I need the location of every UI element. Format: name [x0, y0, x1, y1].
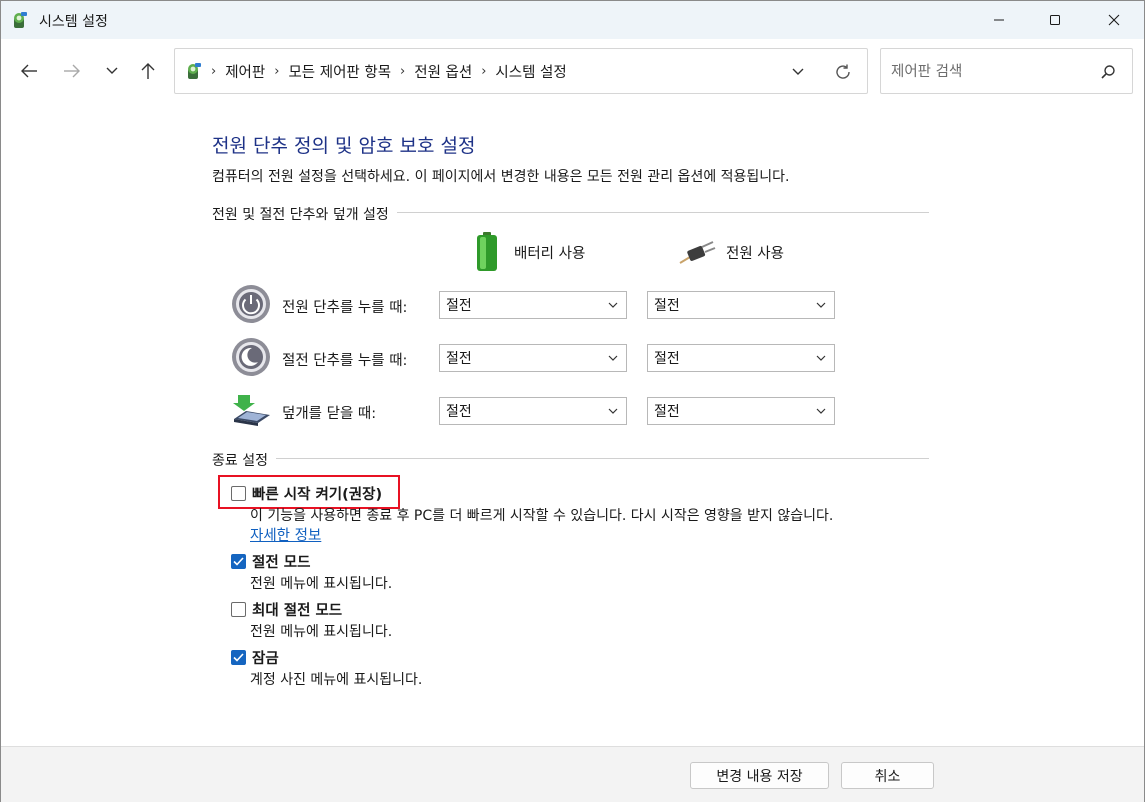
breadcrumb-power-options[interactable]: 전원 옵션 [414, 61, 472, 82]
close-button[interactable] [1091, 1, 1137, 39]
checkmark-icon [233, 653, 244, 662]
control-panel-icon [11, 10, 29, 30]
sleep-mode-checkbox[interactable] [231, 554, 246, 569]
lock-description: 계정 사진 메뉴에 표시됩니다. [250, 672, 423, 688]
minimize-icon [994, 19, 1004, 21]
select-value: 절전 [446, 404, 472, 420]
column-battery-label: 배터리 사용 [514, 245, 586, 262]
save-changes-button[interactable]: 변경 내용 저장 [690, 762, 829, 789]
chevron-right-icon[interactable]: › [400, 64, 405, 79]
sleep-button-battery-select[interactable]: 절전 [439, 344, 627, 372]
up-button[interactable] [136, 59, 160, 83]
address-dropdown-button[interactable] [787, 61, 809, 83]
group-label-buttons: 전원 및 절전 단추와 덮개 설정 [212, 204, 397, 224]
column-plugged: 전원 사용 [678, 239, 784, 265]
search-icon[interactable] [1097, 61, 1119, 83]
forward-button[interactable] [60, 59, 84, 83]
fast-startup-label[interactable]: 빠른 시작 켜기(권장) [252, 483, 382, 504]
fast-startup-checkbox[interactable] [231, 486, 246, 501]
page-title: 전원 단추 정의 및 암호 보호 설정 [212, 135, 476, 157]
column-plugged-label: 전원 사용 [726, 245, 784, 262]
laptop-lid-icon [233, 395, 270, 426]
refresh-icon [836, 64, 850, 79]
window-title: 시스템 설정 [39, 14, 108, 30]
group-divider [214, 458, 929, 459]
select-value: 절전 [654, 298, 680, 314]
sleep-button-plugged-select[interactable]: 절전 [647, 344, 835, 372]
arrow-right-icon [64, 64, 80, 78]
sleep-mode-description: 전원 메뉴에 표시됩니다. [250, 576, 393, 592]
chevron-down-icon [608, 302, 618, 308]
column-battery: 배터리 사용 [474, 231, 585, 273]
fast-startup-option[interactable]: 빠른 시작 켜기(권장) [231, 483, 382, 504]
recent-locations-button[interactable] [100, 59, 124, 83]
chevron-down-icon [816, 302, 826, 308]
refresh-button[interactable] [831, 60, 855, 84]
group-label-shutdown: 종료 설정 [212, 450, 276, 470]
cancel-button[interactable]: 취소 [841, 762, 934, 789]
search-box[interactable] [880, 48, 1133, 94]
address-bar[interactable]: › 제어판 › 모든 제어판 항목 › 전원 옵션 › 시스템 설정 [174, 48, 868, 94]
back-button[interactable] [17, 59, 41, 83]
checkmark-icon [233, 557, 244, 566]
power-button-battery-select[interactable]: 절전 [439, 291, 627, 319]
lock-option[interactable]: 잠금 [231, 647, 279, 668]
maximize-button[interactable] [1032, 1, 1078, 39]
main-content: 전원 단추 정의 및 암호 보호 설정 컴퓨터의 전원 설정을 선택하세요. 이… [1, 103, 1144, 746]
chevron-down-icon [106, 67, 118, 74]
sleep-mode-option[interactable]: 절전 모드 [231, 551, 310, 572]
sleep-button-icon [232, 338, 270, 376]
search-input[interactable] [891, 61, 1091, 83]
lock-checkbox[interactable] [231, 650, 246, 665]
chevron-right-icon[interactable]: › [481, 64, 486, 79]
control-panel-icon [185, 61, 203, 81]
select-value: 절전 [654, 351, 680, 367]
power-button-label: 전원 단추를 누를 때: [282, 300, 408, 316]
select-value: 절전 [446, 298, 472, 314]
fast-startup-description: 이 기능을 사용하면 종료 후 PC를 더 빠르게 시작할 수 있습니다. 다시… [250, 508, 834, 524]
hibernate-option[interactable]: 최대 절전 모드 [231, 599, 342, 620]
hibernate-description: 전원 메뉴에 표시됩니다. [250, 624, 393, 640]
lid-close-battery-select[interactable]: 절전 [439, 397, 627, 425]
breadcrumb-control-panel[interactable]: 제어판 [225, 61, 265, 82]
power-button-icon [232, 285, 270, 323]
chevron-down-icon [608, 355, 618, 361]
select-value: 절전 [446, 351, 472, 367]
maximize-icon [1050, 15, 1060, 25]
breadcrumb-system-settings[interactable]: 시스템 설정 [495, 61, 566, 82]
power-button-plugged-select[interactable]: 절전 [647, 291, 835, 319]
lock-label[interactable]: 잠금 [252, 647, 279, 668]
hibernate-checkbox[interactable] [231, 602, 246, 617]
system-settings-window: 시스템 설정 › 제어판 › 모든 제어판 항목 › 전원 옵션 › 시스템 설… [0, 0, 1145, 802]
lid-close-label: 덮개를 닫을 때: [282, 406, 377, 422]
chevron-right-icon: › [211, 63, 217, 79]
arrow-up-icon [141, 63, 155, 79]
breadcrumb-all-items[interactable]: 모든 제어판 항목 [288, 61, 391, 82]
chevron-down-icon [792, 68, 804, 75]
title-bar: 시스템 설정 [1, 1, 1144, 39]
chevron-right-icon[interactable]: › [274, 64, 279, 79]
minimize-button[interactable] [976, 1, 1022, 39]
lid-close-plugged-select[interactable]: 절전 [647, 397, 835, 425]
sleep-button-label: 절전 단추를 누를 때: [282, 353, 408, 369]
chevron-down-icon [608, 408, 618, 414]
sleep-mode-label[interactable]: 절전 모드 [252, 551, 310, 572]
chevron-down-icon [816, 355, 826, 361]
hibernate-label[interactable]: 최대 절전 모드 [252, 599, 342, 620]
close-icon [1108, 14, 1120, 26]
chevron-down-icon [816, 408, 826, 414]
breadcrumb: › 제어판 › 모든 제어판 항목 › 전원 옵션 › 시스템 설정 [211, 49, 567, 93]
footer-bar: 변경 내용 저장 취소 [1, 746, 1144, 802]
power-plug-icon [679, 241, 716, 264]
arrow-left-icon [21, 64, 37, 78]
learn-more-link[interactable]: 자세한 정보 [250, 524, 321, 545]
navigation-bar: › 제어판 › 모든 제어판 항목 › 전원 옵션 › 시스템 설정 [1, 39, 1144, 103]
select-value: 절전 [654, 404, 680, 420]
page-description: 컴퓨터의 전원 설정을 선택하세요. 이 페이지에서 변경한 내용은 모든 전원… [212, 169, 790, 185]
battery-icon [477, 232, 497, 271]
